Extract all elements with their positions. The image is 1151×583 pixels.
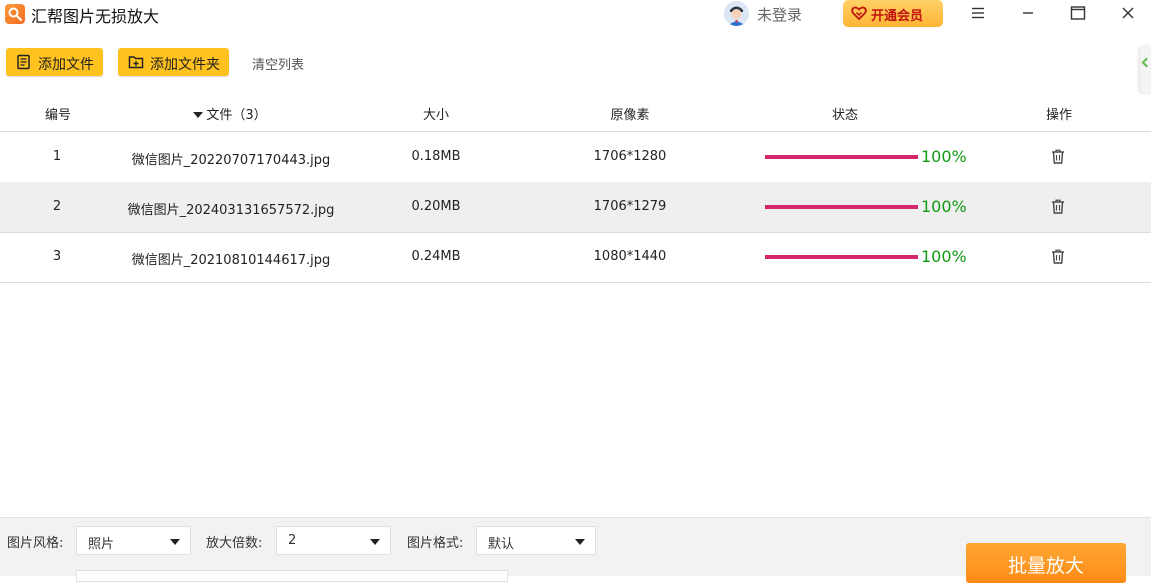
app-title: 汇帮图片无损放大 — [31, 7, 160, 26]
table-header: 编号 文件（3） 大小 原像素 状态 操作 — [0, 94, 1151, 132]
trash-icon[interactable] — [1051, 249, 1065, 268]
style-select[interactable]: 照片 — [76, 526, 191, 555]
sort-caret-icon — [193, 112, 204, 118]
row-pixels: 1080*1440 — [593, 249, 667, 264]
row-size: 0.18MB — [411, 149, 461, 164]
column-action: 操作 — [1045, 108, 1072, 123]
format-value: 默认 — [488, 537, 515, 552]
side-panel-toggle[interactable] — [1140, 45, 1151, 93]
chevron-down-icon — [370, 539, 380, 545]
add-file-button[interactable]: 添加文件 — [6, 48, 103, 76]
login-status[interactable]: 未登录 — [757, 4, 802, 25]
add-folder-label: 添加文件夹 — [150, 57, 220, 73]
avatar[interactable] — [724, 1, 749, 26]
add-file-label: 添加文件 — [38, 57, 94, 73]
heart-icon — [851, 6, 867, 21]
format-select[interactable]: 默认 — [476, 526, 596, 555]
batch-enlarge-label: 批量放大 — [1007, 555, 1084, 577]
scale-select[interactable]: 2 — [276, 526, 391, 555]
progress-bar — [765, 155, 918, 159]
chevron-down-icon — [575, 539, 585, 545]
row-index: 3 — [52, 249, 62, 264]
column-pixels: 原像素 — [610, 108, 650, 123]
maximize-button[interactable] — [1061, 0, 1095, 26]
close-icon — [1122, 7, 1134, 19]
row-index: 2 — [52, 199, 62, 214]
column-status: 状态 — [831, 108, 858, 123]
trash-icon[interactable] — [1051, 149, 1065, 168]
progress-bar — [765, 205, 918, 209]
maximize-icon — [1070, 6, 1086, 20]
scale-value: 2 — [288, 533, 297, 548]
menu-icon — [972, 7, 984, 19]
progress-percent: 100% — [921, 197, 967, 216]
row-size: 0.24MB — [411, 249, 461, 264]
column-size: 大小 — [422, 108, 449, 123]
progress-fill — [765, 255, 918, 259]
row-file-name: 微信图片_20220707170443.jpg — [131, 153, 331, 168]
output-path-field[interactable] — [76, 570, 508, 582]
toolbar: 添加文件 添加文件夹 清空列表 — [0, 45, 1151, 81]
row-index: 1 — [52, 149, 62, 164]
file-add-icon — [17, 54, 30, 70]
format-label: 图片格式: — [407, 536, 464, 551]
column-file[interactable]: 文件（3） — [160, 104, 300, 123]
minimize-button[interactable] — [1011, 0, 1045, 26]
row-pixels: 1706*1279 — [593, 199, 667, 214]
progress-bar — [765, 255, 918, 259]
progress-percent: 100% — [921, 247, 967, 266]
batch-enlarge-button[interactable]: 批量放大 — [966, 543, 1126, 583]
clear-list-button[interactable]: 清空列表 — [252, 54, 304, 73]
style-value: 照片 — [88, 537, 115, 552]
folder-add-icon — [128, 56, 144, 69]
chevron-down-icon — [170, 539, 180, 545]
vip-button[interactable]: 开通会员 — [843, 0, 943, 27]
title-bar: 汇帮图片无损放大 未登录 开通会员 — [0, 0, 1151, 28]
progress-fill — [765, 205, 918, 209]
table-row[interactable]: 2 微信图片_202403131657572.jpg 0.20MB 1706*1… — [0, 182, 1151, 233]
progress-fill — [765, 155, 918, 159]
app-logo-icon — [5, 4, 25, 24]
options-panel: 图片风格: 照片 放大倍数: 2 图片格式: 默认 批量放大 — [0, 517, 1151, 583]
add-folder-button[interactable]: 添加文件夹 — [118, 48, 229, 76]
table-row[interactable]: 1 微信图片_20220707170443.jpg 0.18MB 1706*12… — [0, 132, 1151, 183]
menu-button[interactable] — [961, 0, 995, 26]
column-index: 编号 — [44, 108, 71, 123]
row-size: 0.20MB — [411, 199, 461, 214]
vip-label: 开通会员 — [871, 9, 924, 24]
row-pixels: 1706*1280 — [593, 149, 667, 164]
row-file-name: 微信图片_202403131657572.jpg — [127, 203, 335, 218]
row-file-name: 微信图片_20210810144617.jpg — [131, 253, 331, 268]
column-file-label: 文件（3） — [206, 108, 267, 123]
minimize-icon — [1023, 12, 1033, 14]
progress-percent: 100% — [921, 147, 967, 166]
close-button[interactable] — [1111, 0, 1145, 26]
table-row[interactable]: 3 微信图片_20210810144617.jpg 0.24MB 1080*14… — [0, 232, 1151, 283]
style-label: 图片风格: — [7, 536, 64, 551]
scale-label: 放大倍数: — [206, 536, 263, 551]
trash-icon[interactable] — [1051, 199, 1065, 218]
